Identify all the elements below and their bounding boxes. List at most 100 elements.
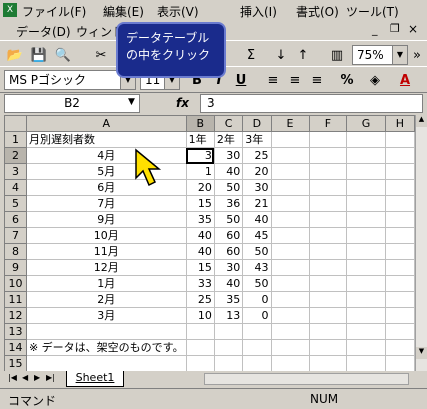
cell-a[interactable]: 7月 [25, 195, 187, 212]
cell-e[interactable] [270, 307, 310, 324]
cell-e[interactable] [270, 339, 310, 356]
cell-g[interactable] [346, 291, 386, 308]
cell-a[interactable]: ※ データは、架空のものです。 [25, 339, 187, 356]
cell-f[interactable] [308, 131, 348, 148]
cell-h[interactable] [384, 179, 415, 196]
chevron-down-icon[interactable]: ▼ [392, 46, 407, 64]
cell-f[interactable] [308, 323, 348, 340]
cell-a[interactable]: 月別遅刻者数 [25, 131, 187, 148]
cell-c[interactable]: 30 [213, 259, 244, 276]
cell-e[interactable] [270, 131, 310, 148]
cell-h[interactable] [384, 163, 415, 180]
cell-h[interactable] [384, 195, 415, 212]
cell-e[interactable] [270, 259, 310, 276]
cell-b[interactable]: 15 [185, 259, 215, 276]
cell-d[interactable]: 25 [242, 147, 272, 164]
cell-g[interactable] [346, 227, 386, 244]
cell-c[interactable]: 50 [213, 211, 244, 228]
column-header-b[interactable]: B [185, 115, 215, 132]
first-sheet-icon[interactable]: |◀ [8, 373, 17, 382]
cell-c[interactable]: 40 [213, 275, 244, 292]
row-header[interactable]: 15 [4, 355, 27, 371]
cell-c[interactable] [213, 339, 244, 356]
cell-f[interactable] [308, 259, 348, 276]
excel-app-icon[interactable]: X [3, 3, 17, 17]
cell-c[interactable]: 50 [213, 179, 244, 196]
selected-cell-b2[interactable]: 3 [185, 147, 215, 164]
cell-d[interactable]: 50 [242, 275, 272, 292]
cell-c[interactable]: 2年 [213, 131, 244, 148]
cell-e[interactable] [270, 291, 310, 308]
cell-h[interactable] [384, 323, 415, 340]
row-header[interactable]: 11 [4, 291, 27, 308]
cell-g[interactable] [346, 211, 386, 228]
vertical-scrollbar[interactable]: ▲ ▼ [415, 115, 427, 371]
cell-a[interactable]: 9月 [25, 211, 187, 228]
cell-d[interactable]: 50 [242, 243, 272, 260]
cell-h[interactable] [384, 227, 415, 244]
cell-f[interactable] [308, 163, 348, 180]
cell-b[interactable] [185, 339, 215, 356]
menu-insert[interactable]: 挿入(I) [240, 3, 277, 20]
cell-c[interactable] [213, 323, 244, 340]
menu-file[interactable]: ファイル(F) [22, 3, 86, 20]
cell-g[interactable] [346, 259, 386, 276]
cell-b[interactable]: 20 [185, 179, 215, 196]
cell-b[interactable]: 15 [185, 195, 215, 212]
cell-h[interactable] [384, 259, 415, 276]
cell-e[interactable] [270, 211, 310, 228]
cell-g[interactable] [346, 355, 386, 371]
cell-a[interactable]: 11月 [25, 243, 187, 260]
cell-b[interactable]: 40 [185, 227, 215, 244]
cell-f[interactable] [308, 147, 348, 164]
cell-e[interactable] [270, 227, 310, 244]
cell-h[interactable] [384, 275, 415, 292]
cell-c[interactable] [213, 355, 244, 371]
row-header[interactable]: 1 [4, 131, 27, 148]
cell-b[interactable]: 1年 [185, 131, 215, 148]
align-right-icon[interactable]: ≡ [306, 69, 328, 91]
cell-g[interactable] [346, 339, 386, 356]
row-header[interactable]: 9 [4, 259, 27, 276]
cell-d[interactable]: 45 [242, 227, 272, 244]
cell-a[interactable]: 1月 [25, 275, 187, 292]
row-header[interactable]: 3 [4, 163, 27, 180]
cell-g[interactable] [346, 195, 386, 212]
cell-a[interactable]: 2月 [25, 291, 187, 308]
cell-h[interactable] [384, 243, 415, 260]
autosum-icon[interactable]: Σ [240, 44, 262, 66]
cell-e[interactable] [270, 355, 310, 371]
column-header-h[interactable]: H [384, 115, 415, 132]
fill-color-icon[interactable]: ◈ [364, 69, 386, 91]
cell-d[interactable] [242, 339, 272, 356]
menu-data[interactable]: データ(D) [16, 23, 71, 40]
cell-g[interactable] [346, 131, 386, 148]
cell-c[interactable]: 60 [213, 243, 244, 260]
cell-f[interactable] [308, 211, 348, 228]
row-header[interactable]: 14 [4, 339, 27, 356]
align-center-icon[interactable]: ≡ [284, 69, 306, 91]
cell-d[interactable] [242, 355, 272, 371]
row-header[interactable]: 5 [4, 195, 27, 212]
print-preview-icon[interactable]: 🔍 [52, 44, 74, 66]
column-header-a[interactable]: A [25, 115, 187, 132]
cell-a[interactable] [25, 323, 187, 340]
cell-d[interactable]: 20 [242, 163, 272, 180]
cell-f[interactable] [308, 275, 348, 292]
column-header-e[interactable]: E [270, 115, 310, 132]
cell-d[interactable]: 40 [242, 211, 272, 228]
cell-d[interactable]: 0 [242, 291, 272, 308]
cell-c[interactable]: 35 [213, 291, 244, 308]
zoom-select[interactable]: 75% ▼ [352, 45, 408, 65]
row-header[interactable]: 2 [4, 147, 27, 164]
close-icon[interactable]: × [408, 22, 418, 36]
cell-h[interactable] [384, 131, 415, 148]
worksheet-grid[interactable]: A B C D E F G H 1 月別遅刻者数 1年 2年 3年 2 4月 3 30 25 3 5月… [4, 115, 415, 371]
cell-g[interactable] [346, 323, 386, 340]
cell-d[interactable]: 43 [242, 259, 272, 276]
cell-a[interactable]: 12月 [25, 259, 187, 276]
cell-e[interactable] [270, 195, 310, 212]
cell-f[interactable] [308, 339, 348, 356]
row-header[interactable]: 8 [4, 243, 27, 260]
cell-b[interactable]: 25 [185, 291, 215, 308]
